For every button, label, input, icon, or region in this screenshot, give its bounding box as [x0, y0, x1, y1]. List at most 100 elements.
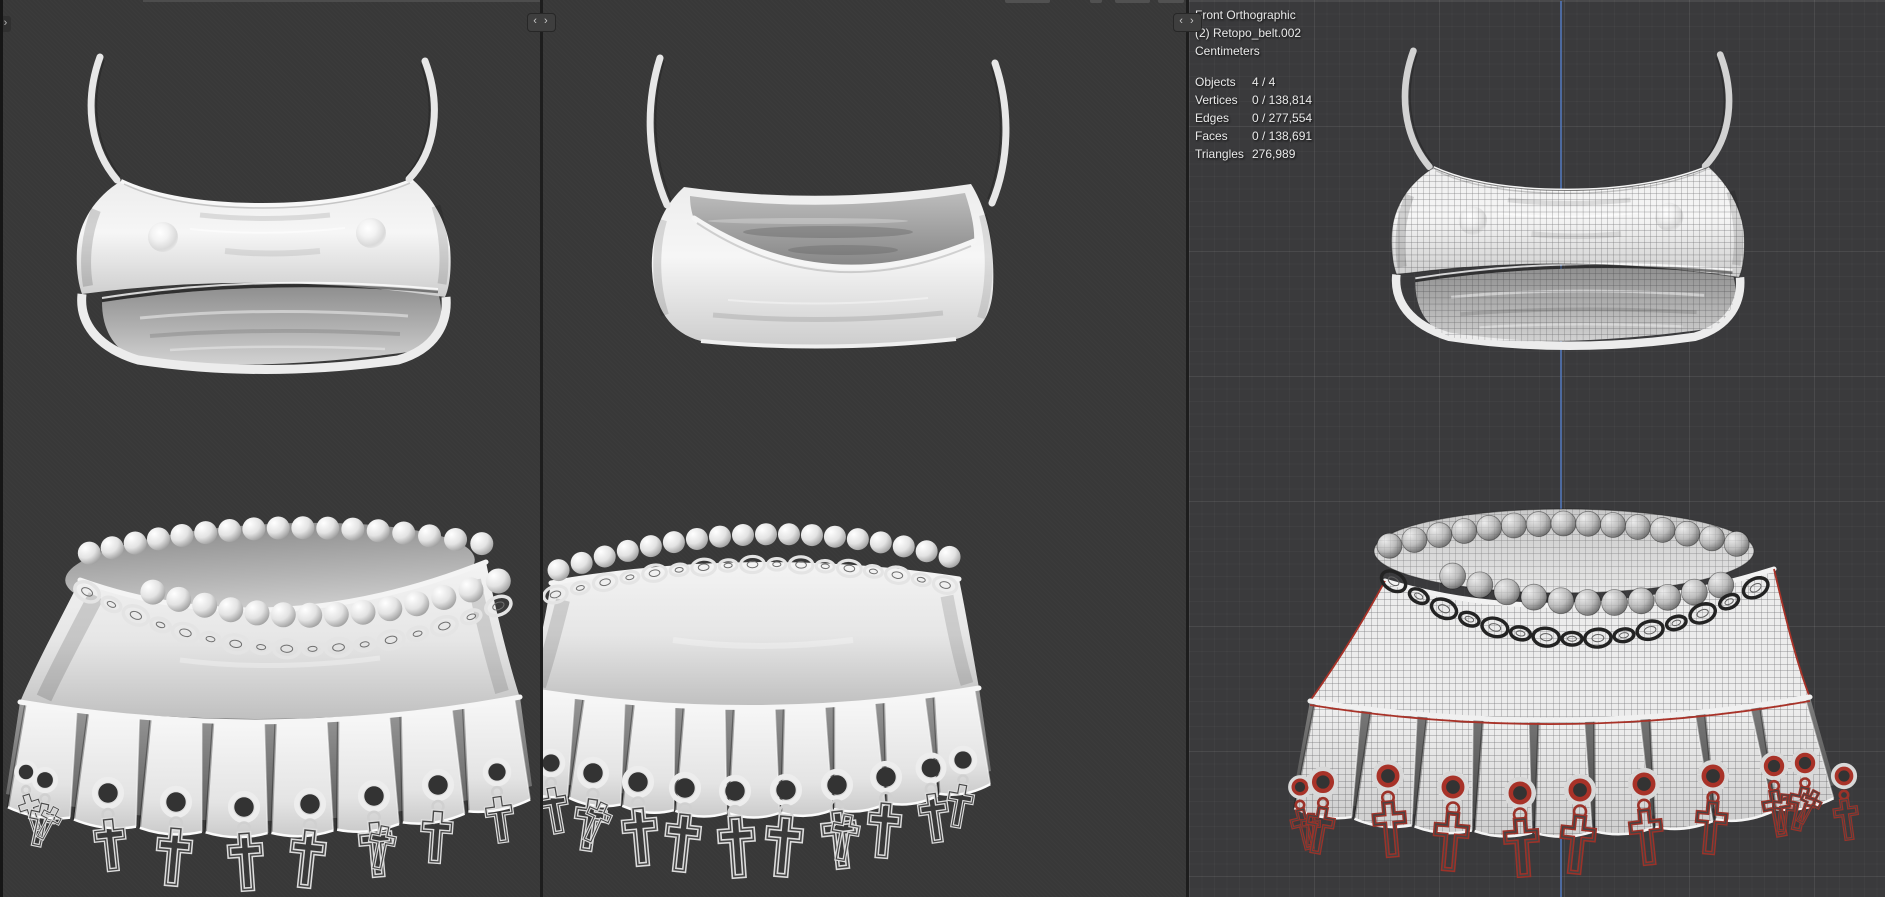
path [224, 248, 321, 257]
pearl-bead [731, 523, 754, 546]
eyelet-hole [827, 775, 847, 795]
cross-charm [288, 829, 326, 888]
header-widget-sliver [1090, 0, 1102, 3]
crop-top-object-front[interactable] [76, 53, 451, 374]
belt-skirt-object-front[interactable] [6, 513, 532, 890]
pearl-bead [266, 516, 290, 540]
pearl-bead [570, 551, 593, 574]
pearl-wire [1674, 521, 1700, 547]
eyelet-hole [583, 763, 603, 783]
stat-row: Triangles 276,989 [1195, 147, 1296, 161]
pearl-bead [662, 531, 685, 554]
cloth-bump [356, 218, 386, 248]
pearl-wire [1724, 531, 1750, 557]
pearl-wire [1439, 563, 1466, 590]
pearl-wire [1699, 525, 1725, 551]
pearl-wire [1650, 517, 1676, 543]
eyelet-hole [37, 772, 53, 788]
pearl-bead [431, 585, 457, 611]
eyelet-hole [18, 764, 34, 780]
pearl-bead [404, 591, 430, 617]
pearl-bead [194, 521, 218, 545]
stat-row: Vertices 0 / 138,814 [1195, 93, 1313, 107]
eyelet-hole [300, 794, 320, 814]
pearl-bead [242, 517, 266, 541]
pearl-wire [1600, 512, 1626, 538]
belt-skirt-object-wireframe[interactable] [1287, 508, 1863, 876]
pearl-bead [777, 523, 800, 546]
pearl-bead [350, 599, 376, 625]
pearl-bead [823, 525, 846, 548]
render-front-canvas [6, 53, 532, 897]
pearl-bead [341, 517, 365, 541]
pearl-wire [1476, 515, 1502, 541]
path [1401, 47, 1433, 171]
viewport-render-front[interactable] [0, 0, 540, 897]
pearl-wire [1451, 518, 1477, 544]
belt-skirt-object-back[interactable] [543, 523, 992, 877]
cross-charm [866, 802, 901, 858]
pearl-bead [418, 524, 442, 548]
pearl-bead [938, 545, 961, 568]
top-bodice [76, 180, 451, 297]
pearl-bead [616, 539, 639, 562]
pearl-bead [140, 579, 166, 605]
ellipse [708, 218, 908, 224]
eyelet-hole [776, 780, 796, 800]
pearl-wire [1547, 587, 1574, 614]
active-object-name: (2) Retopo_belt.002 [1195, 26, 1302, 40]
viewport-divider[interactable] [1186, 0, 1189, 897]
cross-charm [155, 827, 192, 886]
pearl-bead [392, 521, 416, 545]
viewport-wireframe-front[interactable]: Front Orthographic (2) Retopo_belt.002 C… [1189, 0, 1885, 897]
pearl-wire [1466, 571, 1493, 598]
pearl-bead [892, 535, 915, 558]
path [1701, 51, 1733, 170]
pearl-bead [366, 519, 390, 543]
pearl-bead [297, 602, 323, 628]
pearl-bead [444, 527, 468, 551]
pearl-wire [1551, 511, 1576, 536]
pearl-bead [547, 559, 570, 582]
pleat-face [728, 707, 780, 818]
path [1593, 719, 1597, 832]
path [335, 719, 340, 830]
crop-top-object-back[interactable] [646, 54, 1010, 349]
pearl-bead [170, 523, 194, 547]
pearl-bead [685, 527, 708, 550]
panel-resize-handle-icon[interactable]: ‹ › [527, 13, 556, 32]
path [1415, 268, 1736, 342]
pearl-wire [1520, 584, 1547, 611]
header-widget-sliver [1005, 0, 1050, 3]
pearl-bead [244, 600, 270, 626]
pearl-bead [458, 577, 484, 603]
panel-resize-handle-icon[interactable]: ‹ › [1173, 13, 1202, 32]
pearl-wire [1574, 589, 1601, 616]
eyelet-hole [234, 797, 254, 817]
viewport-render-back[interactable] [543, 0, 1186, 897]
crop-top-object-wireframe[interactable] [1391, 51, 1744, 346]
hang-ring [1838, 789, 1850, 801]
eyelet-hole [428, 775, 448, 795]
eyelet-hole [166, 792, 186, 812]
header-widget-sliver [1158, 0, 1184, 3]
viewport-divider[interactable] [540, 0, 543, 897]
pearl-bead [218, 597, 244, 623]
pearl-bead [915, 540, 938, 563]
pearl-bead [291, 516, 315, 540]
pearl-bead [639, 535, 662, 558]
eyelet-hole [921, 758, 941, 778]
pearl-bead [218, 518, 242, 542]
pearl-wire [1601, 589, 1628, 616]
ellipse [788, 245, 898, 255]
eyelet-hole [628, 772, 648, 792]
pearl-wire [1575, 511, 1601, 537]
pearl-wire [1526, 511, 1552, 537]
pearl-bead [146, 527, 170, 551]
header-edge-sliver [143, 0, 540, 2]
pleat-face [933, 688, 991, 795]
pearl-bead [708, 525, 731, 548]
pearl-bead [470, 532, 494, 556]
eyelet-hole [954, 751, 972, 769]
blender-multi-viewport: Front Orthographic (2) Retopo_belt.002 C… [0, 0, 1885, 897]
